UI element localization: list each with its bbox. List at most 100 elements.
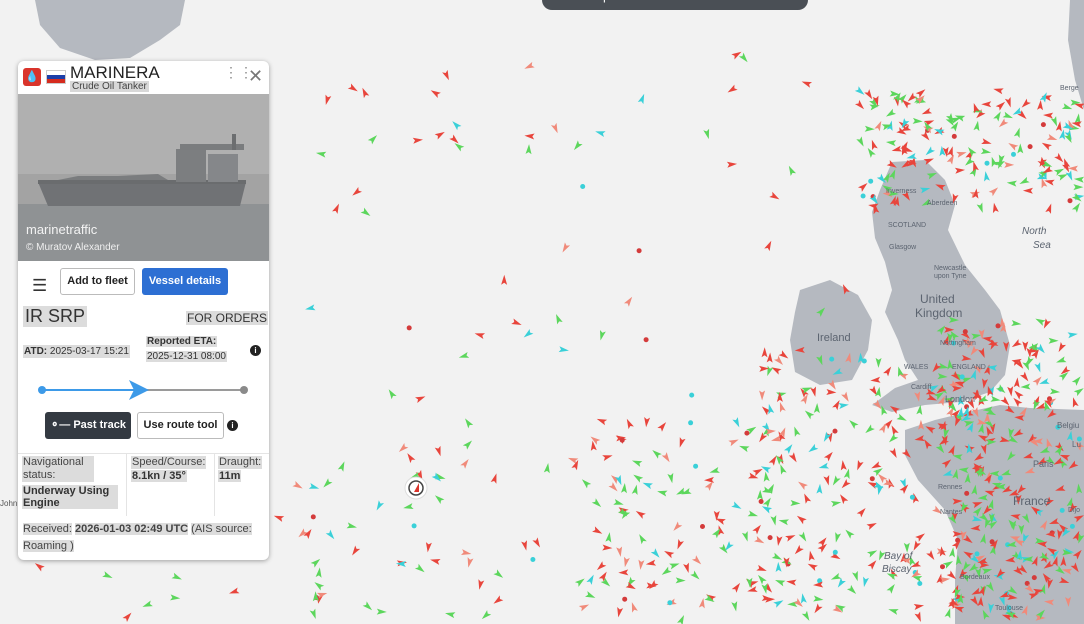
draught-label: Draught: bbox=[218, 456, 263, 469]
vessel-marker[interactable] bbox=[619, 437, 625, 443]
vessel-details-button[interactable]: Vessel details bbox=[142, 268, 228, 295]
map-label-ireland: Ireland bbox=[817, 332, 851, 344]
map-label-cardiff: Cardiff bbox=[911, 384, 932, 391]
map-label-london: London bbox=[945, 394, 975, 404]
vessel-marker[interactable] bbox=[411, 523, 417, 529]
vessel-marker[interactable] bbox=[1067, 198, 1073, 204]
russia-flag-icon bbox=[46, 70, 66, 84]
atd-label: ATD: bbox=[24, 346, 48, 357]
nav-status-value: Underway Using Engine bbox=[22, 485, 118, 509]
map-label-france: France bbox=[1013, 494, 1051, 508]
draught-cell: Draught: 11m bbox=[215, 454, 269, 516]
vessel-marker[interactable] bbox=[758, 499, 764, 504]
past-track-button[interactable]: ⚬— Past track bbox=[45, 412, 131, 439]
vessel-marker[interactable] bbox=[744, 430, 750, 436]
vessel-marker[interactable] bbox=[622, 596, 628, 602]
received-info: Received: 2026-01-03 02:49 UTC (AIS sour… bbox=[23, 521, 263, 555]
eta-info-icon[interactable]: i bbox=[250, 345, 261, 356]
vessel-marker[interactable] bbox=[1031, 575, 1037, 581]
vessel-marker[interactable] bbox=[1011, 151, 1016, 157]
vessel-marker[interactable] bbox=[689, 392, 695, 398]
vessel-marker[interactable] bbox=[693, 463, 699, 469]
map-label-bay-2: Biscay bbox=[882, 564, 912, 575]
route-info-icon[interactable]: i bbox=[227, 420, 238, 431]
map-label-nottingham: Nottingham bbox=[940, 340, 976, 347]
vessel-marker[interactable] bbox=[667, 600, 673, 606]
vessel-marker[interactable] bbox=[767, 535, 773, 541]
atd-value: 2025-03-17 15:21 bbox=[49, 346, 129, 357]
voyage-progress bbox=[38, 380, 248, 400]
received-prefix: Received: bbox=[23, 523, 72, 535]
vessel-marker[interactable] bbox=[860, 193, 866, 199]
vessel-marker[interactable] bbox=[688, 420, 694, 426]
vessel-marker[interactable] bbox=[868, 178, 874, 184]
tanker-icon: 💧 bbox=[23, 68, 41, 86]
voyage-destination-dot bbox=[240, 386, 248, 394]
map-label-newcastle-1: Newcastle bbox=[934, 265, 966, 272]
vessel-marker[interactable] bbox=[832, 549, 838, 555]
search-bar[interactable]: ⚲ bbox=[542, 0, 808, 10]
destination-status: FOR ORDERS bbox=[186, 311, 269, 325]
nav-status-cell: Navigational status: Underway Using Engi… bbox=[18, 454, 127, 516]
map-label-scotland: SCOTLAND bbox=[888, 222, 926, 229]
vessel-marker[interactable] bbox=[940, 564, 945, 570]
vessel-marker[interactable] bbox=[1059, 507, 1065, 513]
vessel-marker[interactable] bbox=[917, 581, 923, 586]
atd-field: ATD: 2025-03-17 15:21 bbox=[23, 345, 130, 358]
use-route-tool-button[interactable]: Use route tool bbox=[137, 412, 224, 439]
map-label-bordeaux: Bordeaux bbox=[960, 574, 990, 581]
eta-label: Reported ETA: bbox=[146, 336, 218, 347]
vessel-marker[interactable] bbox=[1040, 122, 1046, 128]
vessel-marker[interactable] bbox=[909, 494, 915, 500]
vessel-marker[interactable] bbox=[964, 490, 970, 496]
vessel-photo[interactable]: marinetraffic © Muratov Alexander bbox=[18, 94, 269, 261]
vessel-marker[interactable] bbox=[406, 325, 412, 331]
vessel-marker[interactable] bbox=[1027, 144, 1033, 150]
menu-icon[interactable]: ☰ bbox=[32, 276, 47, 296]
map-label-uk-2: Kingdom bbox=[915, 306, 962, 320]
vessel-name: MARINERA bbox=[70, 63, 160, 82]
map-label-england: ENGLAND bbox=[952, 364, 986, 371]
map-label-john: John bbox=[0, 499, 18, 508]
vessel-marker[interactable] bbox=[962, 329, 968, 335]
vessel-marker[interactable] bbox=[869, 476, 875, 482]
vessel-marker[interactable] bbox=[530, 557, 536, 562]
vessel-info-panel: 💧 MARINERA Crude Oil Tanker ⋮⋮ ✕ marinet… bbox=[18, 61, 269, 560]
map-label-belgium: Belgiu bbox=[1057, 421, 1079, 430]
map-label-toulouse: Toulouse bbox=[995, 605, 1023, 612]
vessel-marker[interactable] bbox=[700, 524, 705, 529]
past-track-icon: ⚬— bbox=[50, 419, 71, 431]
vessel-marker[interactable] bbox=[989, 539, 995, 545]
vessel-marker[interactable] bbox=[580, 184, 586, 189]
vessel-marker[interactable] bbox=[984, 160, 990, 166]
vessel-marker[interactable] bbox=[829, 356, 835, 362]
received-time: 2026-01-03 02:49 UTC bbox=[74, 523, 189, 535]
vessel-marker[interactable] bbox=[995, 323, 1001, 329]
map-label-uk-1: United bbox=[920, 292, 955, 306]
vessel-marker[interactable] bbox=[951, 133, 957, 139]
add-to-fleet-button[interactable]: Add to fleet bbox=[60, 268, 135, 295]
vessel-marker[interactable] bbox=[310, 514, 316, 520]
draught-value: 11m bbox=[218, 470, 242, 482]
vessel-marker[interactable] bbox=[974, 551, 980, 557]
map-label-newcastle-2: upon Tyne bbox=[934, 273, 967, 280]
map-label-nantes: Nantes bbox=[940, 509, 963, 516]
vessel-marker[interactable] bbox=[959, 374, 965, 380]
vessel-marker[interactable] bbox=[636, 248, 642, 254]
map-label-lux: Lu bbox=[1072, 440, 1081, 449]
photo-watermark: marinetraffic bbox=[26, 222, 98, 237]
search-icon[interactable]: ⚲ bbox=[600, 0, 609, 4]
vessel-marker[interactable] bbox=[832, 428, 838, 434]
vessel-marker[interactable] bbox=[643, 337, 649, 343]
close-icon[interactable]: ✕ bbox=[248, 66, 263, 87]
map-label-bergen: Berge bbox=[1060, 85, 1079, 92]
past-track-label: Past track bbox=[73, 419, 126, 431]
speed-course-label: Speed/Course: bbox=[131, 456, 207, 469]
map-label-bay-1: Bay of bbox=[884, 551, 914, 562]
vessel-marker[interactable] bbox=[1069, 523, 1075, 529]
map-label-rennes: Rennes bbox=[938, 484, 963, 491]
panel-header: 💧 MARINERA Crude Oil Tanker ⋮⋮ ✕ bbox=[18, 61, 269, 94]
photo-credit: © Muratov Alexander bbox=[26, 242, 120, 253]
selected-vessel-marker[interactable] bbox=[404, 476, 428, 500]
nav-status-label: Navigational status: bbox=[22, 456, 94, 482]
